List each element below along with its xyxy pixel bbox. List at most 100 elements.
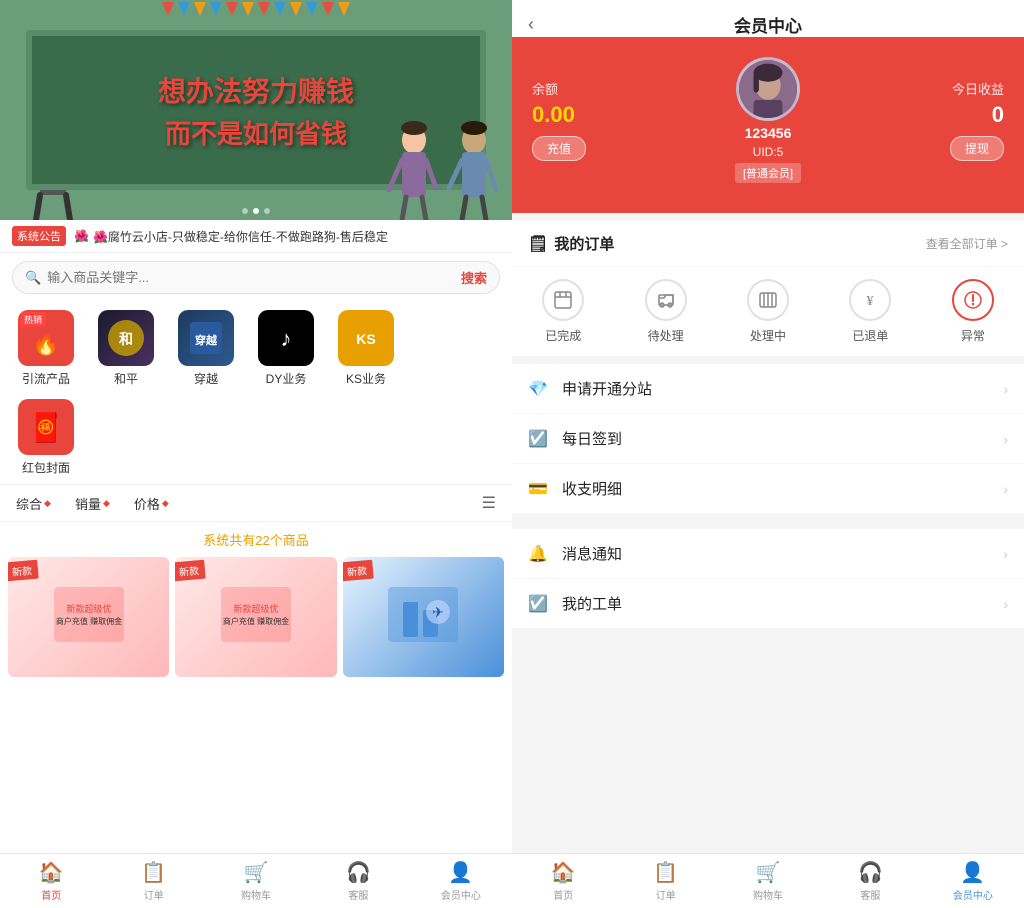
avatar-section: 123456 UID:5 [普通会员] [586, 57, 950, 183]
order-refunded[interactable]: ¥ 已退单 [819, 279, 921, 344]
product-card-2[interactable]: 新款 新款超级优 商户充值 赚取佣金 [175, 557, 336, 677]
menu-signin-label: 每日签到 [562, 428, 1003, 449]
order-abnormal[interactable]: 异常 [922, 279, 1024, 344]
username: 123456 [745, 125, 792, 141]
rnav-service-label: 客服 [860, 887, 880, 902]
recharge-button[interactable]: 充值 [532, 136, 586, 161]
orders-section: 🗒 我的订单 查看全部订单 > 已完成 [512, 221, 1024, 356]
dot-2[interactable] [253, 208, 259, 214]
svg-text:♪: ♪ [281, 326, 292, 351]
nav-home-label: 首页 [41, 887, 61, 902]
nav-cart[interactable]: 🛒 购物车 [205, 854, 307, 908]
dot-1[interactable] [242, 208, 248, 214]
rnav-cart-icon: 🛒 [756, 860, 781, 885]
order-completed[interactable]: 已完成 [512, 279, 614, 344]
category-item-hot[interactable]: 热销 🔥 引流产品 [12, 310, 80, 387]
rnav-cart[interactable]: 🛒 购物车 [717, 854, 819, 908]
balance-section: 余额 0.00 充值 [532, 79, 586, 161]
category-item-game1[interactable]: 和 和平 [92, 310, 160, 387]
cat-label-game1: 和平 [114, 370, 138, 387]
cat-icon-game2: 穿越 [178, 310, 234, 366]
order-icons-row: 已完成 待处理 [512, 267, 1024, 356]
orders-icon: 🗒 [528, 234, 548, 254]
category-item-tiktok[interactable]: ♪ DY业务 [252, 310, 320, 387]
product-card-3[interactable]: 新款 ✈ [343, 557, 504, 677]
menu-list-2: 🔔 消息通知 › ☑️ 我的工单 › [512, 529, 1024, 628]
nav-service-label: 客服 [348, 887, 368, 902]
earnings-section: 今日收益 0 提现 [950, 79, 1004, 161]
menu-ticket-label: 我的工单 [562, 593, 1003, 614]
category-item-game2[interactable]: 穿越 穿越 [172, 310, 240, 387]
order-pending[interactable]: 待处理 [614, 279, 716, 344]
order-abnormal-label: 异常 [961, 327, 985, 344]
service-icon: 🎧 [346, 860, 371, 885]
rnav-member-label: 会员中心 [953, 887, 993, 902]
sort-price[interactable]: 价格 ◆ [134, 494, 169, 513]
earnings-label: 今日收益 [952, 79, 1004, 98]
nav-member[interactable]: 👤 会员中心 [410, 854, 512, 908]
red-envelope-icon: 🧧 [18, 399, 74, 455]
new-badge-3: 新款 [343, 560, 374, 582]
uid-text: UID:5 [753, 145, 784, 159]
rnav-home-icon: 🏠 [551, 860, 576, 885]
order-pending-label: 待处理 [648, 327, 684, 344]
left-panel: 想办法努力赚钱 而不是如何省钱 [0, 0, 512, 908]
arrow-icon-4: › [1003, 546, 1008, 562]
menu-ticket[interactable]: ☑️ 我的工单 › [512, 579, 1024, 628]
sort-sales[interactable]: 销量 ◆ [75, 494, 110, 513]
avatar [736, 57, 800, 121]
search-input[interactable] [47, 270, 461, 285]
product-count: 系统共有22个商品 [0, 522, 512, 557]
announcement-bar: 系统公告 🌺 🌺腐竹云小店-只做稳定-给你信任-不做跑路狗-售后稳定 [0, 220, 512, 253]
svg-text:¥: ¥ [867, 294, 874, 309]
cat-icon-hot: 热销 🔥 [18, 310, 74, 366]
nav-service[interactable]: 🎧 客服 [307, 854, 409, 908]
right-scroll-area: 🗒 我的订单 查看全部订单 > 已完成 [512, 213, 1024, 853]
rnav-order[interactable]: 📋 订单 [614, 854, 716, 908]
arrow-icon-5: › [1003, 596, 1008, 612]
red-envelope-item[interactable]: 🧧 红包封面 [12, 399, 80, 476]
sort-comprehensive[interactable]: 综合 ◆ [16, 494, 51, 513]
nav-order[interactable]: 📋 订单 [102, 854, 204, 908]
cat-label-tiktok: DY业务 [266, 370, 307, 387]
menu-finance[interactable]: 💳 收支明细 › [512, 464, 1024, 513]
order-pending-icon [645, 279, 687, 321]
finance-icon: 💳 [528, 479, 552, 499]
nav-member-label: 会员中心 [441, 887, 481, 902]
search-bar: 🔍 搜索 [12, 261, 500, 294]
svg-text:商户充值 赚取佣金: 商户充值 赚取佣金 [56, 616, 122, 626]
menu-signin[interactable]: ☑️ 每日签到 › [512, 414, 1024, 464]
menu-substation[interactable]: 💎 申请开通分站 › [512, 364, 1024, 414]
nav-home[interactable]: 🏠 首页 [0, 854, 102, 908]
arrow-icon-3: › [1003, 481, 1008, 497]
menu-notification[interactable]: 🔔 消息通知 › [512, 529, 1024, 579]
member-badge: [普通会员] [735, 163, 801, 183]
cat-icon-ks: KS [338, 310, 394, 366]
category-item-ks[interactable]: KS KS业务 [332, 310, 400, 387]
rnav-home[interactable]: 🏠 首页 [512, 854, 614, 908]
home-icon: 🏠 [39, 860, 64, 885]
bottom-nav-left: 🏠 首页 📋 订单 🛒 购物车 🎧 客服 👤 会员中心 [0, 853, 512, 908]
checkin-icon: ☑️ [528, 429, 552, 449]
rnav-order-label: 订单 [656, 887, 676, 902]
order-icon: 📋 [141, 860, 166, 885]
rnav-member[interactable]: 👤 会员中心 [922, 854, 1024, 908]
ticket-icon: ☑️ [528, 594, 552, 614]
category-grid: 热销 🔥 引流产品 和 和平 穿越 穿越 [0, 302, 512, 395]
bottom-nav-right: 🏠 首页 📋 订单 🛒 购物车 🎧 客服 👤 会员中心 [512, 853, 1024, 908]
rnav-cart-label: 购物车 [753, 887, 783, 902]
back-button[interactable]: ‹ [528, 14, 534, 35]
withdraw-button[interactable]: 提现 [950, 136, 1004, 161]
sort-list-icon[interactable]: ☰ [482, 493, 496, 513]
product-card-1[interactable]: 新款 新款超级优 商户充值 赚取佣金 [8, 557, 169, 677]
search-button[interactable]: 搜索 [461, 268, 487, 287]
product-grid: 新款 新款超级优 商户充值 赚取佣金 新款 新款超级优 商户充值 赚取佣金 [0, 557, 512, 685]
svg-text:穿越: 穿越 [195, 333, 218, 347]
right-header: ‹ 会员中心 [512, 0, 1024, 37]
dot-3[interactable] [264, 208, 270, 214]
right-panel: ‹ 会员中心 余额 0.00 充值 123456 UID:5 [512, 0, 1024, 908]
view-all-orders[interactable]: 查看全部订单 > [926, 235, 1008, 252]
rnav-service[interactable]: 🎧 客服 [819, 854, 921, 908]
order-processing[interactable]: 处理中 [717, 279, 819, 344]
red-envelope-row: 🧧 红包封面 [0, 395, 512, 484]
